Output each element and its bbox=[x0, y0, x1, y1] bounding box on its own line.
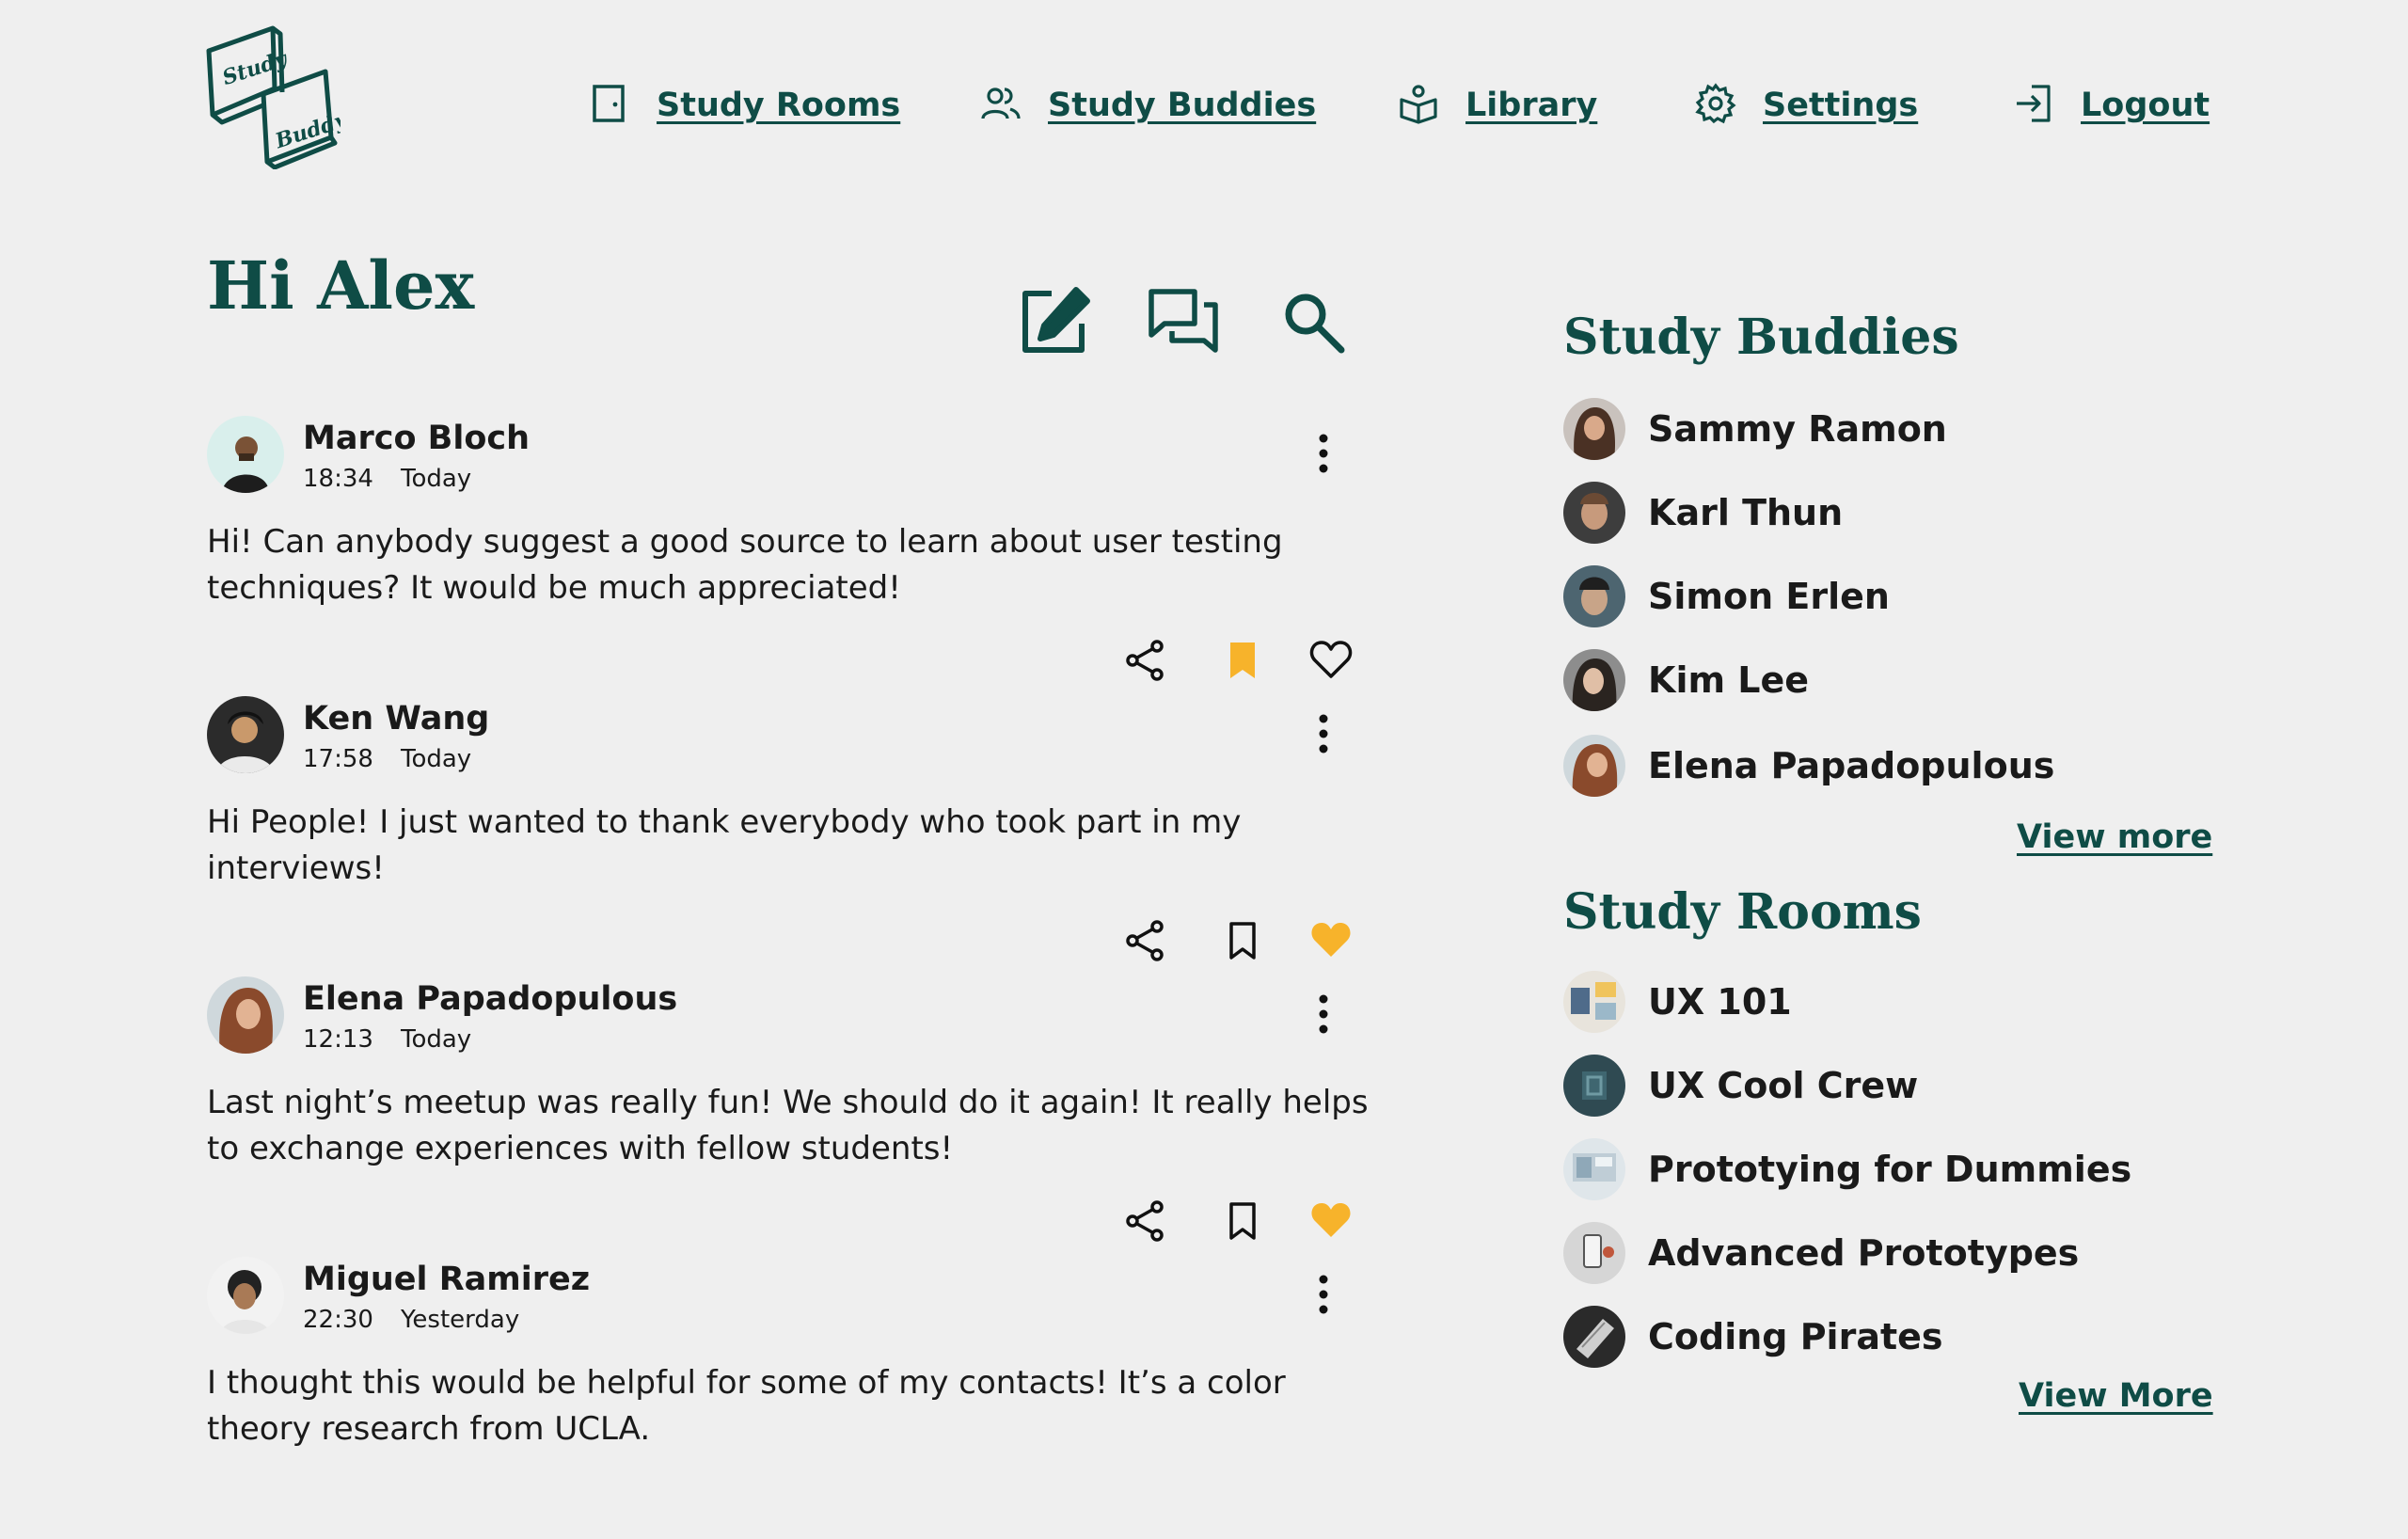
nav-study-rooms[interactable]: Study Rooms bbox=[589, 77, 900, 134]
room-name: Coding Pirates bbox=[1648, 1316, 1943, 1357]
buddy-name: Kim Lee bbox=[1648, 659, 1810, 701]
avatar bbox=[1563, 649, 1625, 711]
buddy-item[interactable]: Kim Lee bbox=[1563, 647, 1809, 713]
post-text: Hi People! I just wanted to thank everyb… bbox=[207, 803, 1242, 887]
buddy-name: Karl Thun bbox=[1648, 492, 1844, 533]
view-more-buddies-link[interactable]: View more bbox=[2017, 818, 2212, 856]
edit-icon[interactable] bbox=[1018, 284, 1093, 359]
nav-label: Library bbox=[1465, 87, 1598, 124]
heart-icon[interactable] bbox=[1307, 1198, 1354, 1245]
post-card: Miguel Ramirez 22:30 Yesterday I thought… bbox=[207, 1257, 1373, 1539]
room-thumbnail bbox=[1563, 1306, 1625, 1368]
bookmark-icon[interactable] bbox=[1219, 917, 1266, 964]
post-author[interactable]: Elena Papadopulous bbox=[303, 980, 677, 1018]
buddy-item[interactable]: Simon Erlen bbox=[1563, 563, 1890, 629]
heart-icon[interactable] bbox=[1307, 637, 1354, 684]
door-icon bbox=[589, 83, 630, 128]
avatar[interactable] bbox=[207, 976, 284, 1054]
view-more-rooms-link[interactable]: View More bbox=[2019, 1377, 2213, 1415]
more-options-icon[interactable] bbox=[1309, 986, 1338, 1042]
post-time: 22:30 bbox=[303, 1306, 373, 1334]
share-icon[interactable] bbox=[1121, 1198, 1168, 1245]
heart-icon[interactable] bbox=[1307, 917, 1354, 964]
room-name: UX 101 bbox=[1648, 981, 1792, 1023]
room-thumbnail bbox=[1563, 1138, 1625, 1200]
post-author[interactable]: Marco Bloch bbox=[303, 420, 530, 457]
buddy-name: Sammy Ramon bbox=[1648, 408, 1947, 450]
avatar[interactable] bbox=[207, 1257, 284, 1334]
study-rooms-heading: Study Rooms bbox=[1563, 883, 1922, 941]
post-day: Yesterday bbox=[401, 1306, 520, 1334]
study-buddy-logo[interactable]: Study Buddy bbox=[205, 24, 352, 170]
post-card: Marco Bloch 18:34 Today Hi! Can anybody … bbox=[207, 416, 1373, 698]
room-thumbnail bbox=[1563, 971, 1625, 1033]
room-item[interactable]: UX Cool Crew bbox=[1563, 1053, 1918, 1119]
nav-settings[interactable]: Settings bbox=[1695, 77, 1918, 134]
avatar[interactable] bbox=[207, 696, 284, 773]
share-icon[interactable] bbox=[1121, 917, 1168, 964]
post-text: I thought this would be helpful for some… bbox=[207, 1364, 1286, 1448]
users-icon bbox=[980, 83, 1022, 128]
search-icon[interactable] bbox=[1275, 284, 1351, 359]
post-day: Today bbox=[401, 465, 472, 493]
room-thumbnail bbox=[1563, 1055, 1625, 1117]
post-text: Hi! Can anybody suggest a good source to… bbox=[207, 523, 1283, 607]
nav-label: Logout bbox=[2081, 87, 2210, 124]
gear-icon bbox=[1695, 83, 1736, 128]
room-name: Prototying for Dummies bbox=[1648, 1149, 2132, 1190]
post-card: Ken Wang 17:58 Today Hi People! I just w… bbox=[207, 696, 1373, 978]
nav-label: Study Rooms bbox=[657, 87, 901, 124]
post-author[interactable]: Ken Wang bbox=[303, 700, 489, 738]
post-time: 18:34 bbox=[303, 465, 373, 493]
room-name: UX Cool Crew bbox=[1648, 1065, 1919, 1106]
bookmark-icon[interactable] bbox=[1219, 637, 1266, 684]
buddy-item[interactable]: Karl Thun bbox=[1563, 480, 1843, 546]
post-text: Last night’s meetup was really fun! We s… bbox=[207, 1084, 1369, 1167]
buddy-item[interactable]: Elena Papadopulous bbox=[1563, 733, 2054, 799]
avatar bbox=[1563, 482, 1625, 544]
greeting-heading: Hi Alex bbox=[207, 246, 475, 325]
buddy-item[interactable]: Sammy Ramon bbox=[1563, 396, 1947, 462]
post-day: Today bbox=[401, 1025, 472, 1054]
avatar bbox=[1563, 735, 1625, 797]
bookmark-icon[interactable] bbox=[1219, 1198, 1266, 1245]
book-icon bbox=[1398, 83, 1439, 128]
more-options-icon[interactable] bbox=[1309, 706, 1338, 762]
study-buddies-heading: Study Buddies bbox=[1563, 309, 1959, 366]
room-item[interactable]: Prototying for Dummies bbox=[1563, 1136, 2131, 1202]
share-icon[interactable] bbox=[1121, 637, 1168, 684]
post-time: 17:58 bbox=[303, 745, 373, 773]
post-time: 12:13 bbox=[303, 1025, 373, 1054]
more-options-icon[interactable] bbox=[1309, 1266, 1338, 1323]
nav-label: Settings bbox=[1763, 87, 1919, 124]
post-day: Today bbox=[401, 745, 472, 773]
avatar[interactable] bbox=[207, 416, 284, 493]
room-item[interactable]: Advanced Prototypes bbox=[1563, 1220, 2079, 1286]
nav-logout[interactable]: Logout bbox=[2013, 77, 2210, 134]
buddy-name: Simon Erlen bbox=[1648, 576, 1890, 617]
post-author[interactable]: Miguel Ramirez bbox=[303, 1261, 590, 1298]
post-card: Elena Papadopulous 12:13 Today Last nigh… bbox=[207, 976, 1373, 1259]
logout-icon bbox=[2013, 83, 2054, 128]
buddy-name: Elena Papadopulous bbox=[1648, 745, 2055, 786]
nav-label: Study Buddies bbox=[1048, 87, 1317, 124]
avatar bbox=[1563, 565, 1625, 627]
room-item[interactable]: Coding Pirates bbox=[1563, 1304, 1943, 1370]
nav-study-buddies[interactable]: Study Buddies bbox=[980, 77, 1316, 134]
more-options-icon[interactable] bbox=[1309, 425, 1338, 482]
room-name: Advanced Prototypes bbox=[1648, 1232, 2080, 1274]
nav-library[interactable]: Library bbox=[1398, 77, 1597, 134]
chat-icon[interactable] bbox=[1146, 284, 1221, 359]
avatar bbox=[1563, 398, 1625, 460]
room-thumbnail bbox=[1563, 1222, 1625, 1284]
room-item[interactable]: UX 101 bbox=[1563, 969, 1792, 1035]
